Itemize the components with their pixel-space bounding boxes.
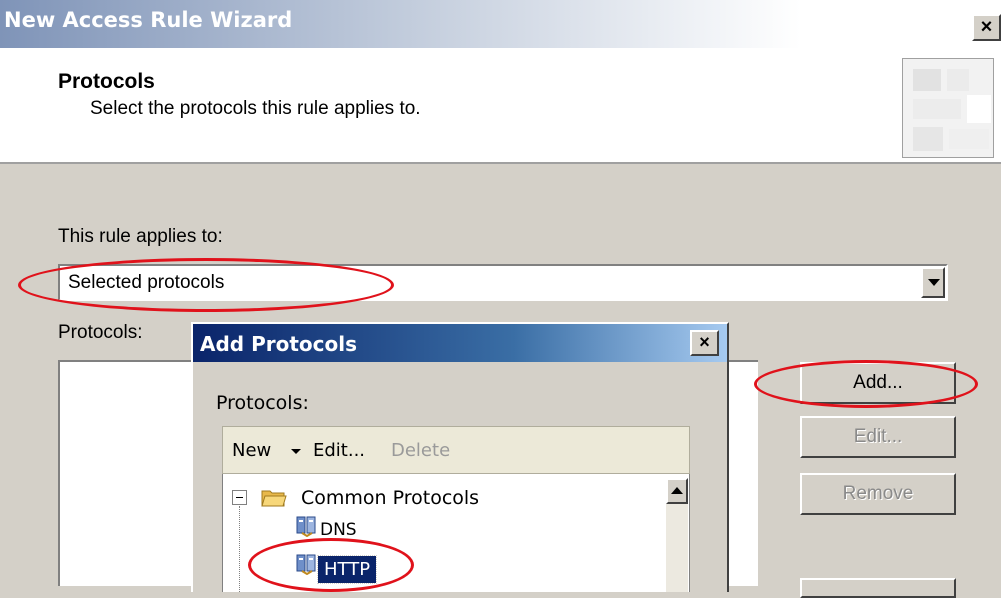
partial-button[interactable]	[800, 578, 956, 598]
dialog-protocols-label: Protocols:	[216, 392, 309, 414]
toolbar-edit-button[interactable]: Edit...	[313, 440, 365, 461]
window-title: New Access Rule Wizard	[4, 8, 293, 32]
annotation-ellipse	[754, 360, 978, 408]
page-subtitle: Select the protocols this rule applies t…	[90, 98, 421, 119]
toolbar-new-button[interactable]: New	[232, 440, 271, 461]
new-dropdown-icon[interactable]	[291, 449, 301, 454]
scroll-up-button[interactable]	[666, 478, 688, 504]
annotation-ellipse	[18, 258, 394, 312]
rule-applies-label: This rule applies to:	[58, 226, 223, 248]
tree-node-dns[interactable]: DNS	[320, 520, 357, 540]
protocol-icon	[296, 516, 316, 537]
page-title: Protocols	[58, 70, 155, 93]
dialog-close-button[interactable]: ×	[690, 330, 719, 356]
chevron-up-icon	[671, 487, 683, 494]
collapse-toggle-icon[interactable]	[232, 490, 247, 505]
tree-node-common-protocols[interactable]: Common Protocols	[301, 487, 479, 509]
remove-button[interactable]: Remove	[800, 473, 956, 515]
open-folder-icon	[261, 490, 287, 507]
toolbar-delete-button[interactable]: Delete	[391, 440, 450, 461]
protocols-label: Protocols:	[58, 322, 143, 343]
rule-applies-text: This rule applies to:	[58, 226, 223, 247]
tree-connector	[239, 506, 240, 592]
wizard-graphic-icon	[902, 58, 994, 158]
dialog-title: Add Protocols	[200, 332, 357, 356]
close-button[interactable]: ×	[972, 14, 1001, 41]
annotation-ellipse	[248, 538, 414, 592]
dropdown-arrow-button[interactable]	[921, 267, 945, 298]
chevron-down-icon	[928, 279, 940, 286]
edit-button[interactable]: Edit...	[800, 416, 956, 458]
